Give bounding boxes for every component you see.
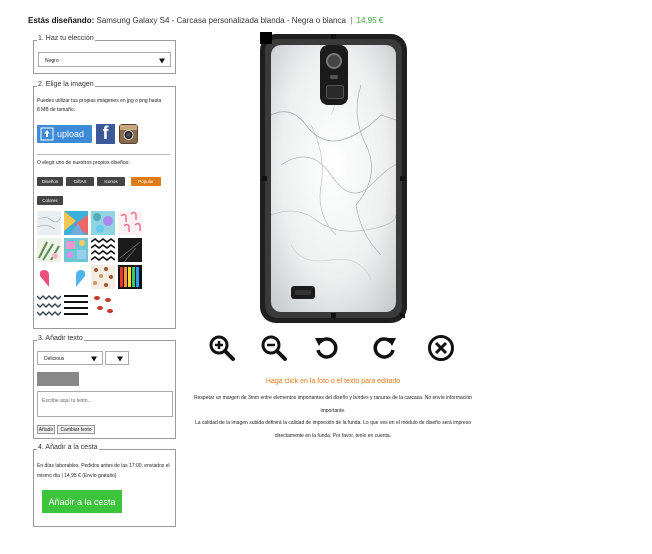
quality-notice: La calidad de la imagen subida definirá … — [194, 420, 471, 439]
design-thumb[interactable] — [91, 238, 115, 262]
margin-notice: Respetar un margen de 3mm entre elemento… — [194, 395, 472, 414]
design-thumb[interactable] — [64, 265, 88, 289]
rotate-left-icon[interactable] — [313, 334, 341, 362]
step4-legend: 4. Añadir a la cesta — [37, 444, 99, 451]
design-thumb[interactable] — [64, 238, 88, 262]
design-thumb[interactable] — [37, 265, 61, 289]
tab-giftart[interactable]: GiftArt — [66, 177, 94, 186]
resize-handle[interactable] — [400, 313, 405, 318]
zoom-out-icon[interactable] — [260, 334, 288, 362]
chevron-down-icon — [117, 356, 123, 362]
text-input-placeholder: Escribe aquí tu texto... — [42, 398, 92, 404]
color-select-value: Negro — [45, 58, 59, 64]
change-text-button[interactable]: Cambiar texto — [57, 425, 95, 434]
camera-lens-icon — [326, 53, 342, 69]
tab-colores[interactable]: Colores — [37, 196, 63, 205]
design-thumb[interactable] — [91, 265, 115, 289]
text-input[interactable]: Escribe aquí tu texto... — [37, 391, 173, 417]
resize-handle[interactable] — [331, 313, 336, 318]
font-select-value: Delicious — [44, 356, 65, 362]
edit-hint: Haga click en la foto o el texto para ed… — [265, 378, 401, 385]
design-thumb[interactable] — [37, 211, 61, 235]
speaker-cutout — [291, 286, 315, 299]
size-select[interactable] — [105, 351, 129, 365]
upload-button[interactable]: upload — [37, 125, 92, 143]
flash-icon — [330, 75, 338, 79]
step3-panel: 3. Añadir texto Delicious Escribe aquí t… — [33, 335, 176, 439]
step4-panel: 4. Añadir a la cesta En días laborables.… — [33, 444, 176, 527]
delete-icon[interactable] — [427, 334, 455, 362]
instagram-icon[interactable] — [119, 124, 138, 144]
resize-handle[interactable] — [331, 34, 336, 39]
phone-case-preview[interactable] — [260, 34, 407, 323]
upload-icon — [40, 127, 54, 141]
design-header: Estás diseñando: Samsung Galaxy S4 - Car… — [28, 16, 383, 25]
add-to-cart-button[interactable]: Añadir a la cesta — [42, 490, 122, 513]
camera-cutout — [320, 45, 348, 105]
chevron-down-icon — [91, 356, 97, 362]
font-select[interactable]: Delicious — [37, 351, 103, 365]
text-color-swatch[interactable] — [37, 372, 79, 386]
step1-legend: 1. Haz tu elección — [37, 35, 95, 42]
designs-intro: O elegir uno de nuestros propios diseños… — [37, 160, 130, 166]
step2-panel: 2. Elige la imagen Puedes utilizar tus p… — [33, 81, 176, 329]
design-thumb[interactable] — [118, 211, 142, 235]
product-name: Samsung Galaxy S4 - Carcasa personalizad… — [96, 16, 346, 25]
tab-popular[interactable]: Popular — [131, 177, 161, 186]
design-thumb[interactable] — [37, 292, 61, 316]
shipping-info: En días laborables. Pedidos antes de las… — [37, 463, 170, 479]
header-label: Estás diseñando: — [28, 16, 95, 25]
color-select[interactable]: Negro — [38, 52, 171, 67]
corner-handle[interactable] — [260, 32, 272, 44]
design-thumb[interactable] — [64, 211, 88, 235]
sensor-icon — [326, 85, 344, 99]
chevron-down-icon — [159, 58, 165, 63]
divider — [37, 154, 170, 155]
upload-instructions: Puedes utilizar tus propias imágenes en … — [37, 98, 162, 113]
design-thumb[interactable] — [91, 292, 115, 316]
zoom-in-icon[interactable] — [208, 334, 236, 362]
tab-disenos[interactable]: Diseños — [37, 177, 63, 186]
resize-handle[interactable] — [400, 176, 405, 181]
add-text-button[interactable]: Añadir — [37, 425, 55, 434]
design-thumb[interactable] — [37, 238, 61, 262]
design-thumb[interactable] — [91, 211, 115, 235]
tab-iconos[interactable]: Iconos — [97, 177, 125, 186]
facebook-icon[interactable]: f — [96, 123, 115, 144]
step3-legend: 3. Añadir texto — [37, 335, 84, 342]
upload-label: upload — [57, 129, 85, 139]
step1-panel: 1. Haz tu elección Negro — [33, 35, 176, 74]
design-thumb[interactable] — [64, 292, 88, 316]
header-separator: | — [350, 16, 353, 25]
design-thumb[interactable] — [118, 238, 142, 262]
design-thumb[interactable] — [118, 265, 142, 289]
product-price: 14,95 € — [356, 16, 384, 25]
resize-handle[interactable] — [262, 176, 267, 181]
rotate-right-icon[interactable] — [370, 334, 398, 362]
step2-legend: 2. Elige la imagen — [37, 81, 95, 88]
